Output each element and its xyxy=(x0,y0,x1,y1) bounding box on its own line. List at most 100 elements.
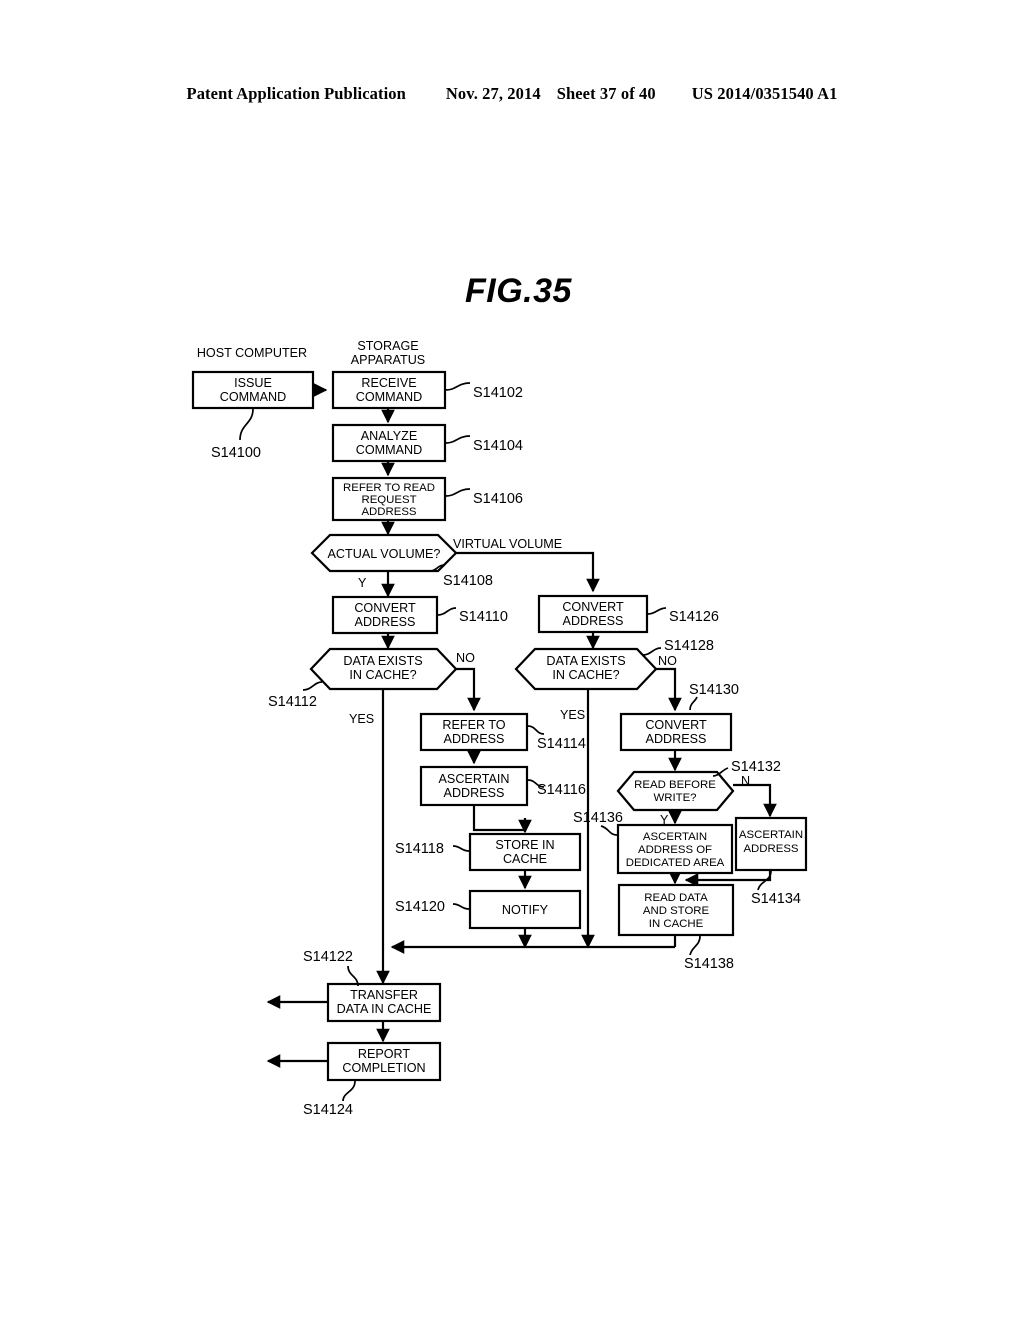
edge-rbw-no-to-ascertain-right xyxy=(733,783,777,818)
node-cache-left-line1: DATA EXISTS xyxy=(343,654,422,668)
step-id-s14122: S14122 xyxy=(303,949,353,965)
lane-label-storage-apparatus-line2: APPARATUS xyxy=(351,353,425,367)
node-data-exists-cache-right[interactable]: DATA EXISTS IN CACHE? xyxy=(514,647,658,691)
leader-s14118 xyxy=(452,845,470,852)
node-issue-command-line2: COMMAND xyxy=(220,390,286,404)
node-receive-command-line1: RECEIVE xyxy=(361,376,416,390)
node-receive-command[interactable]: RECEIVE COMMAND xyxy=(331,370,447,410)
node-ascertain-dedicated-line3: DEDICATED AREA xyxy=(626,857,725,869)
step-id-s14120: S14120 xyxy=(395,899,445,915)
node-analyze-command-line2: COMMAND xyxy=(356,443,422,457)
node-data-exists-cache-left[interactable]: DATA EXISTS IN CACHE? xyxy=(309,647,458,691)
step-id-s14118: S14118 xyxy=(395,841,444,857)
step-id-s14114: S14114 xyxy=(537,736,586,752)
node-convert-right-line2: ADDRESS xyxy=(563,614,624,628)
node-report-line2: COMPLETION xyxy=(342,1061,425,1075)
branch-label-rbw-yes: Y xyxy=(660,813,669,827)
leader-s14138 xyxy=(689,935,701,956)
lane-label-host-computer: HOST COMPUTER xyxy=(197,346,307,360)
node-actual-volume-label: ACTUAL VOLUME? xyxy=(328,547,441,561)
node-refer-read-line3: ADDRESS xyxy=(361,506,416,518)
branch-label-cache-right-no: NO xyxy=(658,654,677,668)
node-rbw-line2: WRITE? xyxy=(653,792,696,804)
node-convert-address-left[interactable]: CONVERT ADDRESS xyxy=(331,595,439,635)
leader-s14120 xyxy=(452,903,470,910)
branch-label-rbw-no: N xyxy=(741,774,750,788)
node-issue-command-line1: ISSUE xyxy=(234,376,272,390)
node-convert-address-right[interactable]: CONVERT ADDRESS xyxy=(537,594,649,634)
edge-ascertain-middle-to-store-cache-h xyxy=(472,805,525,832)
branch-label-cache-left-yes: YES xyxy=(349,712,374,726)
leader-s14136 xyxy=(600,825,618,836)
node-ascertain-right-line1: ASCERTAIN xyxy=(739,829,803,841)
node-analyze-command-line1: ANALYZE xyxy=(361,429,417,443)
leader-s14100 xyxy=(239,408,254,441)
step-id-s14108: S14108 xyxy=(443,573,493,589)
node-ascertain-dedicated-line2: ADDRESS OF xyxy=(638,844,712,856)
step-id-s14126: S14126 xyxy=(669,609,719,625)
step-id-s14100: S14100 xyxy=(211,445,261,461)
node-notify[interactable]: NOTIFY xyxy=(468,889,582,930)
node-convert-address-r2[interactable]: CONVERT ADDRESS xyxy=(619,712,733,752)
node-ascertain-right-line2: ADDRESS xyxy=(743,843,798,855)
lane-label-storage-apparatus-line1: STORAGE xyxy=(357,339,418,353)
step-id-s14102: S14102 xyxy=(473,385,523,401)
step-id-s14130: S14130 xyxy=(689,682,739,698)
branch-label-cache-right-yes: YES xyxy=(560,708,585,722)
step-id-s14110: S14110 xyxy=(459,609,508,625)
node-cache-right-line1: DATA EXISTS xyxy=(546,654,625,668)
node-convert-left-line2: ADDRESS xyxy=(355,615,416,629)
node-store-in-cache[interactable]: STORE IN CACHE xyxy=(468,832,582,872)
leader-s14106 xyxy=(445,488,471,497)
node-receive-command-line2: COMMAND xyxy=(356,390,422,404)
node-actual-volume-decision[interactable]: ACTUAL VOLUME? xyxy=(310,533,458,573)
node-store-cache-line2: CACHE xyxy=(503,852,547,866)
node-read-data-and-store-in-cache[interactable]: READ DATA AND STORE IN CACHE xyxy=(617,883,735,937)
step-id-s14116: S14116 xyxy=(537,782,586,798)
node-refer-read-request-address[interactable]: REFER TO READ REQUEST ADDRESS xyxy=(331,476,447,522)
leader-s14126 xyxy=(647,607,667,615)
flowchart-diagram: HOST COMPUTER STORAGE APPARATUS ISSUE CO… xyxy=(0,0,1024,1320)
node-read-store-line1: READ DATA xyxy=(644,892,708,904)
step-id-s14112: S14112 xyxy=(268,694,317,710)
node-transfer-data-in-cache[interactable]: TRANSFER DATA IN CACHE xyxy=(326,982,442,1023)
edge-cache-left-no-to-refer-address xyxy=(455,667,481,712)
leader-s14110 xyxy=(437,607,457,616)
leader-s14102 xyxy=(445,382,471,391)
leader-s14104 xyxy=(445,435,471,444)
node-read-before-write-decision[interactable]: READ BEFORE WRITE? xyxy=(616,770,735,812)
node-ascertain-dedicated-line1: ASCERTAIN xyxy=(643,831,707,843)
node-ascertain-address-middle[interactable]: ASCERTAIN ADDRESS xyxy=(419,765,529,807)
node-ascertain-address-right[interactable]: ASCERTAIN ADDRESS xyxy=(734,816,808,872)
node-issue-command[interactable]: ISSUE COMMAND xyxy=(191,370,315,410)
branch-label-cache-left-no: NO xyxy=(456,651,475,665)
step-id-s14132: S14132 xyxy=(731,759,781,775)
node-read-store-line3: IN CACHE xyxy=(649,918,704,930)
node-analyze-command[interactable]: ANALYZE COMMAND xyxy=(331,423,447,463)
branch-label-actual-volume-yes: Y xyxy=(358,576,367,590)
leader-s14130 xyxy=(689,696,698,711)
node-refer-to-address[interactable]: REFER TO ADDRESS xyxy=(419,712,529,752)
node-ascertain-middle-line1: ASCERTAIN xyxy=(439,772,510,786)
node-report-line1: REPORT xyxy=(358,1047,411,1061)
node-store-cache-line1: STORE IN xyxy=(495,838,554,852)
step-id-s14104: S14104 xyxy=(473,438,523,454)
node-ascertain-middle-line2: ADDRESS xyxy=(444,786,505,800)
node-convert-r2-line1: CONVERT xyxy=(645,718,707,732)
node-read-before-write-shape xyxy=(616,770,735,812)
step-id-s14138: S14138 xyxy=(684,956,734,972)
step-id-s14136: S14136 xyxy=(573,810,623,826)
node-refer-address-line1: REFER TO xyxy=(442,718,505,732)
step-id-s14128: S14128 xyxy=(664,638,714,654)
branch-label-virtual-volume: VIRTUAL VOLUME xyxy=(453,537,562,551)
node-cache-right-line2: IN CACHE? xyxy=(552,668,619,682)
node-ascertain-address-dedicated-area[interactable]: ASCERTAIN ADDRESS OF DEDICATED AREA xyxy=(616,823,734,875)
step-id-s14124: S14124 xyxy=(303,1102,353,1118)
edge-cache-right-no-to-convert-r2 xyxy=(656,667,682,712)
node-read-store-line2: AND STORE xyxy=(643,905,710,917)
node-refer-address-line2: ADDRESS xyxy=(444,732,505,746)
node-refer-read-line2: REQUEST xyxy=(361,494,416,506)
node-report-completion[interactable]: REPORT COMPLETION xyxy=(326,1041,442,1082)
step-id-s14106: S14106 xyxy=(473,491,523,507)
node-convert-left-line1: CONVERT xyxy=(354,601,416,615)
